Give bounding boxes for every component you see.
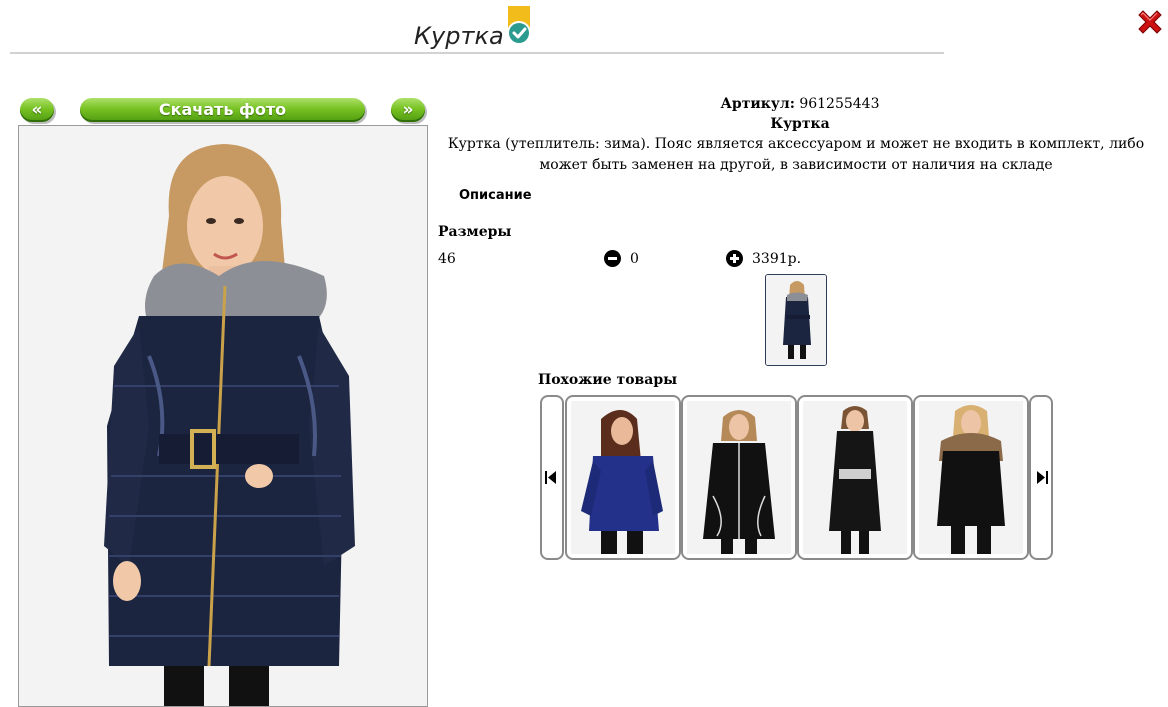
article-value: 961255443 [799,96,880,112]
product-description: Куртка (утеплитель: зима). Пояс является… [447,136,1145,173]
page-title: Куртка [414,22,504,50]
plus-icon[interactable] [726,250,743,267]
similar-item-4[interactable] [913,395,1029,560]
article-label: Артикул: [720,96,795,112]
similar-item-3[interactable] [797,395,913,560]
similar-heading: Похожие товары [538,372,678,388]
description-link[interactable]: Описание [459,186,532,206]
similar-item-1-image [571,401,675,554]
jacket-model-illustration [19,126,427,706]
similar-item-1[interactable] [565,395,681,560]
similar-item-3-image [803,401,907,554]
next-photo-button[interactable]: » [391,98,425,122]
product-photo [18,125,428,707]
download-photo-button[interactable]: Скачать фото [80,98,365,122]
similar-item-2-image [687,401,791,554]
close-icon[interactable] [1134,6,1166,38]
prev-photo-button[interactable]: « [20,98,54,122]
similar-item-4-image [919,401,1023,554]
similar-next-button[interactable] [1029,395,1053,560]
article-line: Артикул: 961255443 [440,94,1160,114]
header-divider [10,52,944,54]
thumbnail-image [766,275,826,365]
product-name: Куртка [770,116,830,132]
quantity-value: 0 [630,251,639,267]
check-icon [507,6,531,45]
skip-forward-icon [1037,471,1048,484]
skip-back-icon [545,471,556,484]
minus-icon[interactable] [604,250,621,267]
photo-thumbnail[interactable] [765,274,827,366]
price-value: 3391р. [752,251,802,267]
size-value: 46 [438,251,456,267]
similar-item-2[interactable] [681,395,797,560]
similar-prev-button[interactable] [540,395,564,560]
sizes-heading: Размеры [438,224,512,240]
